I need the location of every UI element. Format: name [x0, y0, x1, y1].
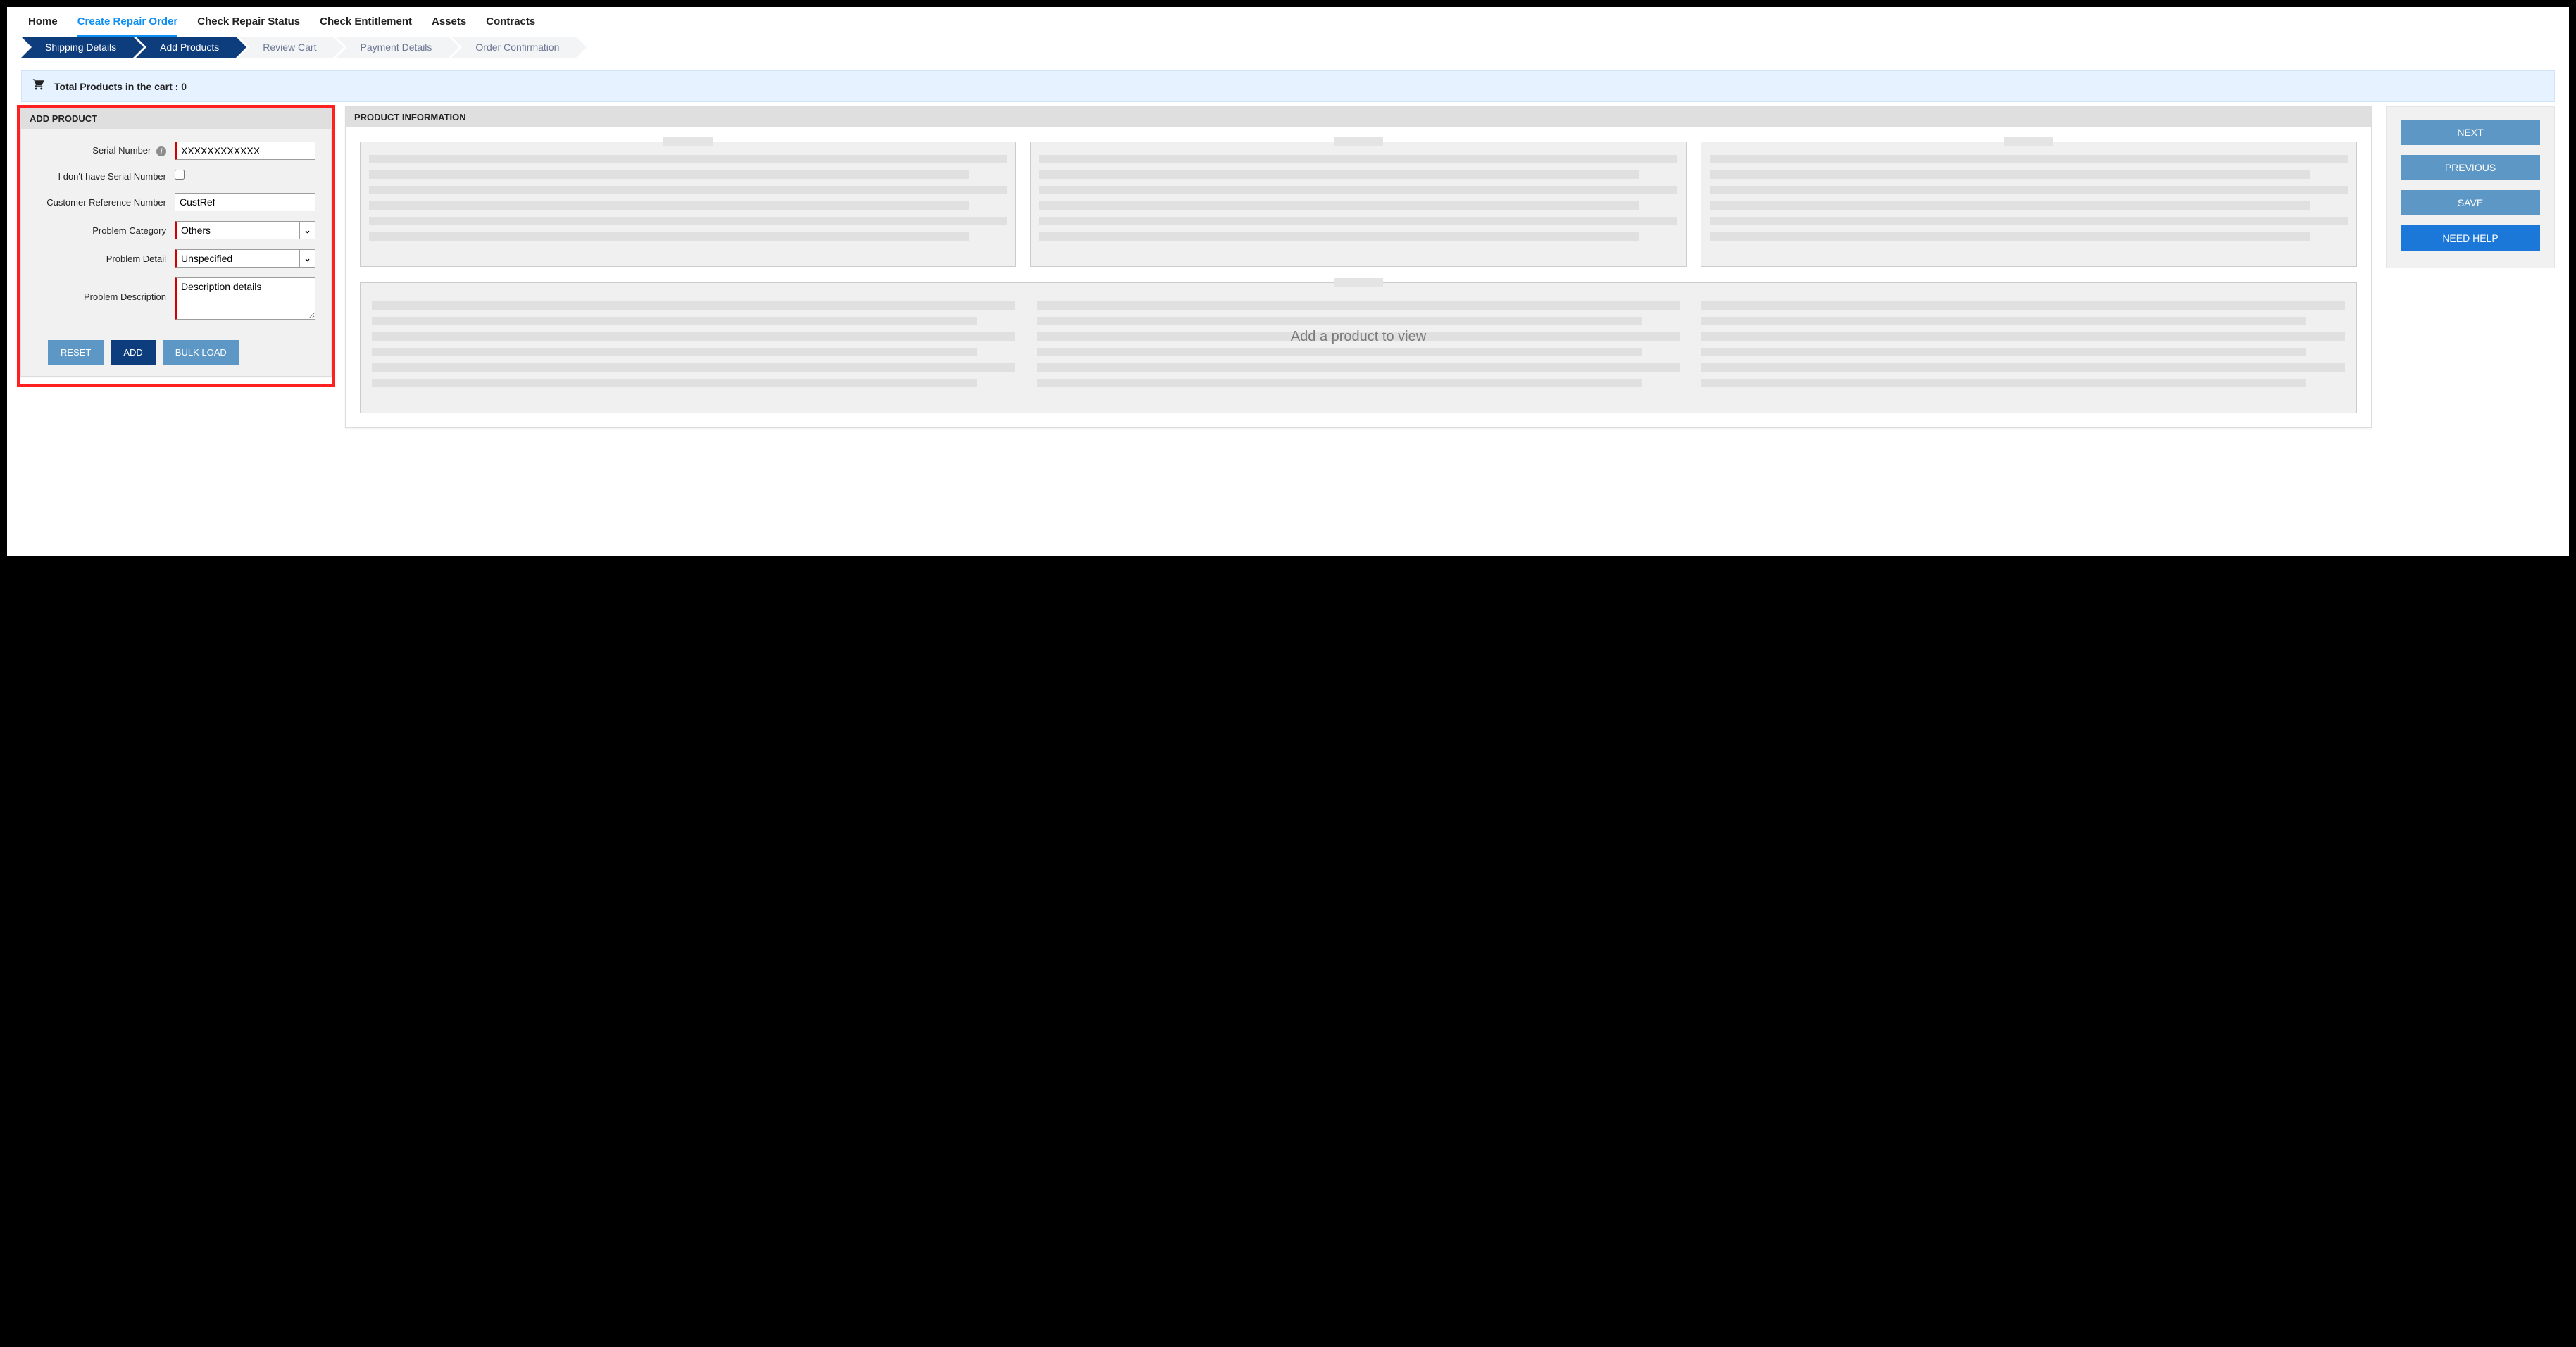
add-product-title: ADD PRODUCT	[21, 108, 331, 129]
info-icon[interactable]: i	[156, 146, 166, 156]
product-info-panel: PRODUCT INFORMATION	[345, 106, 2372, 428]
add-product-panel: ADD PRODUCT Serial Number i	[20, 108, 332, 377]
save-button[interactable]: SAVE	[2401, 190, 2540, 215]
nav-home[interactable]: Home	[28, 15, 58, 37]
problem-category-select[interactable]: Others ⌄	[175, 221, 315, 239]
placeholder-card	[360, 142, 1016, 267]
cart-icon	[32, 78, 46, 94]
chevron-down-icon: ⌄	[299, 222, 315, 239]
problem-description-label: Problem Description	[27, 277, 175, 302]
reset-button[interactable]: RESET	[48, 340, 104, 365]
cart-count-label: Total Products in the cart : 0	[54, 81, 187, 92]
cart-summary-bar: Total Products in the cart : 0	[21, 70, 2555, 102]
previous-button[interactable]: PREVIOUS	[2401, 155, 2540, 180]
nav-assets[interactable]: Assets	[432, 15, 466, 37]
problem-category-label: Problem Category	[27, 225, 175, 236]
customer-ref-input[interactable]	[175, 193, 315, 211]
placeholder-card	[360, 282, 2357, 413]
action-panel: NEXT PREVIOUS SAVE NEED HELP	[2386, 106, 2555, 268]
nav-check-repair-status[interactable]: Check Repair Status	[197, 15, 300, 37]
step-review-cart[interactable]: Review Cart	[239, 37, 333, 58]
step-shipping-details[interactable]: Shipping Details	[21, 37, 133, 58]
nav-contracts[interactable]: Contracts	[486, 15, 535, 37]
bulk-load-button[interactable]: BULK LOAD	[163, 340, 239, 365]
placeholder-card	[1701, 142, 2357, 267]
nav-check-entitlement[interactable]: Check Entitlement	[320, 15, 412, 37]
step-payment-details[interactable]: Payment Details	[336, 37, 449, 58]
add-button[interactable]: ADD	[111, 340, 155, 365]
problem-detail-label: Problem Detail	[27, 253, 175, 264]
product-info-title: PRODUCT INFORMATION	[346, 107, 2371, 127]
next-button[interactable]: NEXT	[2401, 120, 2540, 145]
customer-ref-label: Customer Reference Number	[27, 197, 175, 208]
nav-create-repair-order[interactable]: Create Repair Order	[77, 15, 178, 37]
problem-category-value: Others	[177, 222, 299, 239]
problem-description-textarea[interactable]	[175, 277, 315, 320]
serial-number-label: Serial Number i	[27, 145, 175, 157]
step-add-products[interactable]: Add Products	[136, 37, 236, 58]
no-serial-label: I don't have Serial Number	[27, 171, 175, 182]
step-order-confirmation[interactable]: Order Confirmation	[451, 37, 576, 58]
workflow-steps: Shipping Details Add Products Review Car…	[21, 37, 2555, 58]
problem-detail-value: Unspecified	[177, 250, 299, 267]
product-info-placeholder-text: Add a product to view	[1291, 329, 1426, 345]
need-help-button[interactable]: NEED HELP	[2401, 225, 2540, 251]
app-frame: Home Create Repair Order Check Repair St…	[7, 7, 2569, 556]
top-nav: Home Create Repair Order Check Repair St…	[21, 10, 2555, 37]
serial-number-input[interactable]	[175, 142, 315, 160]
add-product-highlight: ADD PRODUCT Serial Number i	[17, 105, 335, 387]
placeholder-card	[1030, 142, 1687, 267]
problem-detail-select[interactable]: Unspecified ⌄	[175, 249, 315, 268]
chevron-down-icon: ⌄	[299, 250, 315, 267]
no-serial-checkbox[interactable]	[175, 170, 185, 180]
